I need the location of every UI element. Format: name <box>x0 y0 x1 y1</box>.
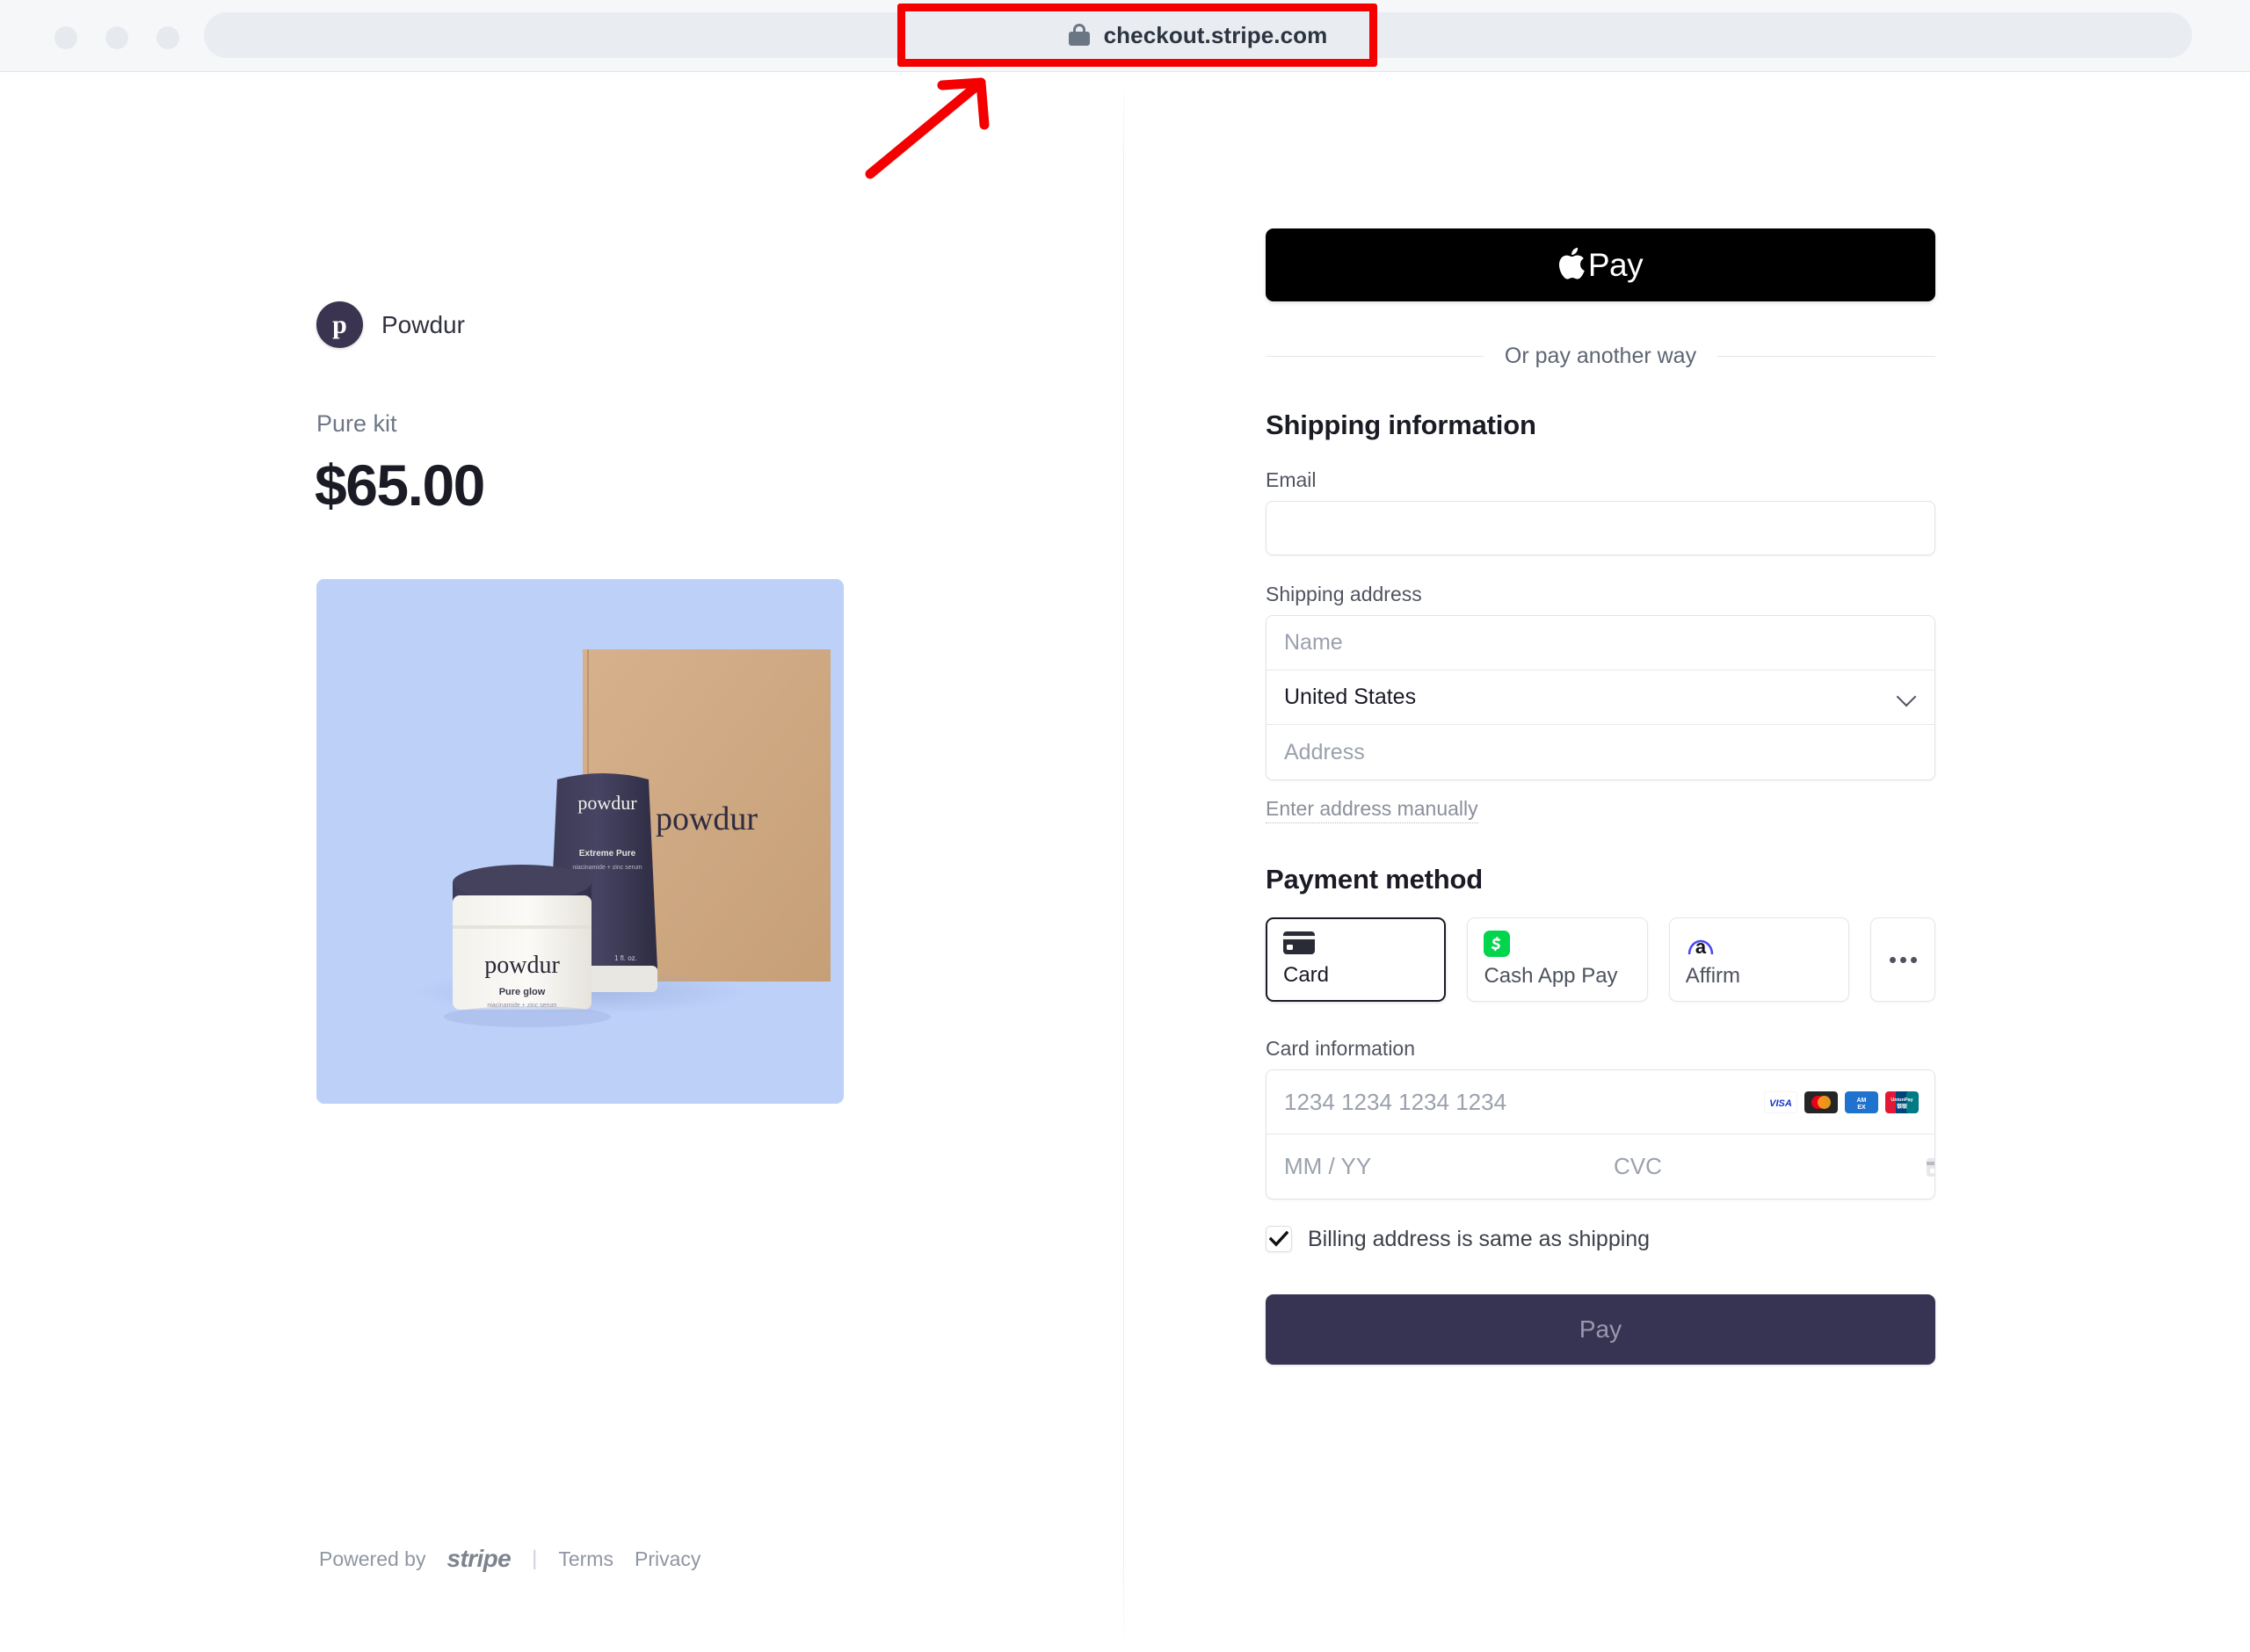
email-field[interactable] <box>1266 501 1935 555</box>
payment-method-tab-card[interactable]: Card <box>1266 917 1447 1002</box>
svg-text:AM: AM <box>1857 1098 1867 1104</box>
payment-panel: Pay Or pay another way Shipping informat… <box>1124 72 2250 1652</box>
payment-method-label-cash-app-pay: Cash App Pay <box>1484 964 1618 988</box>
card-number-row: VISA AMEX UnionPay银联 <box>1267 1070 1934 1134</box>
privacy-link[interactable]: Privacy <box>635 1547 700 1571</box>
billing-address-checkbox-row[interactable]: Billing address is same as shipping <box>1266 1226 1935 1252</box>
or-divider-text: Or pay another way <box>1504 344 1697 368</box>
svg-text:a: a <box>1695 936 1707 957</box>
svg-text:powdur: powdur <box>656 801 758 837</box>
payment-method-label-card: Card <box>1283 963 1330 987</box>
card-expiry-cvc-row: 135 <box>1267 1134 1934 1199</box>
enter-address-manually-link[interactable]: Enter address manually <box>1266 797 1478 823</box>
apple-pay-label: Pay <box>1587 246 1644 283</box>
svg-text:UnionPay: UnionPay <box>1891 1098 1913 1103</box>
svg-text:银联: 银联 <box>1897 1103 1907 1110</box>
product-name: Pure kit <box>316 410 397 437</box>
more-payment-methods-button[interactable] <box>1870 917 1935 1002</box>
chevron-down-icon <box>1898 690 1915 707</box>
name-row <box>1267 616 1934 670</box>
url-text: checkout.stripe.com <box>1103 21 1328 48</box>
shipping-address-group: United States <box>1266 615 1935 780</box>
checkmark-icon <box>1269 1231 1288 1247</box>
payment-method-tab-cash-app-pay[interactable]: Cash App Pay <box>1467 917 1648 1002</box>
payment-method-label-affirm: Affirm <box>1685 964 1741 988</box>
unionpay-icon: UnionPay 银联 <box>1885 1090 1919 1113</box>
maximize-window-button[interactable] <box>156 26 179 49</box>
apple-logo-icon <box>1558 247 1585 283</box>
merchant-avatar: p <box>316 301 363 348</box>
footer: Powered by stripe | Terms Privacy <box>319 1545 700 1573</box>
close-window-button[interactable] <box>54 26 77 49</box>
svg-text:powdur: powdur <box>577 792 637 814</box>
or-divider: Or pay another way <box>1266 344 1936 369</box>
browser-chrome: checkout.stripe.com <box>0 0 2250 72</box>
terms-link[interactable]: Terms <box>558 1547 613 1571</box>
lock-icon <box>1068 24 1090 47</box>
name-field[interactable] <box>1267 616 1934 670</box>
checkout-form: Pay Or pay another way Shipping informat… <box>1266 228 1936 1365</box>
cash-app-icon <box>1484 931 1630 961</box>
card-information-group: VISA AMEX UnionPay银联 <box>1266 1069 1935 1199</box>
product-image: powdur powdur Extreme Pure niacinamide +… <box>316 579 844 1104</box>
svg-text:VISA: VISA <box>1769 1098 1792 1109</box>
merchant-header: p Powdur <box>316 301 465 348</box>
email-label: Email <box>1266 468 1317 491</box>
card-expiry-field[interactable] <box>1267 1134 1596 1199</box>
amex-icon: AM EX <box>1845 1090 1878 1113</box>
ellipsis-icon <box>1889 956 1917 963</box>
svg-text:EX: EX <box>1857 1105 1866 1111</box>
payment-method-tabs: Card Cash App Pay a Affirm <box>1266 917 1935 1002</box>
billing-same-as-shipping-label: Billing address is same as shipping <box>1308 1226 1651 1251</box>
svg-text:1 fl. oz.: 1 fl. oz. <box>614 954 637 962</box>
minimize-window-button[interactable] <box>105 26 128 49</box>
card-brand-icons: VISA AM EX UnionPay 银联 <box>1764 1070 1934 1134</box>
visa-icon: VISA <box>1764 1090 1797 1113</box>
divider-line-left <box>1266 356 1484 357</box>
powered-by-label: Powered by <box>319 1547 426 1570</box>
merchant-name: Powdur <box>381 310 465 338</box>
address-field[interactable] <box>1267 725 1934 779</box>
svg-text:Extreme Pure: Extreme Pure <box>579 849 636 859</box>
card-cvc-field[interactable] <box>1596 1134 1926 1199</box>
card-number-field[interactable] <box>1267 1070 1764 1134</box>
stripe-logo: stripe <box>446 1545 512 1572</box>
payment-method-title: Payment method <box>1266 864 1483 895</box>
shipping-address-label: Shipping address <box>1266 583 1422 605</box>
billing-same-as-shipping-checkbox[interactable] <box>1266 1226 1292 1252</box>
product-price: $65.00 <box>315 453 485 518</box>
checkout-page: p Powdur Pure kit $65.00 powdur powdur E… <box>0 72 2250 1652</box>
apple-pay-button[interactable]: Pay <box>1266 228 1935 301</box>
cvc-card-icon: 135 <box>1926 1134 1934 1199</box>
window-traffic-lights <box>54 26 179 49</box>
pay-button[interactable]: Pay <box>1266 1294 1935 1365</box>
mastercard-icon <box>1804 1090 1838 1113</box>
affirm-icon: a <box>1686 931 1833 961</box>
order-summary-panel: p Powdur Pure kit $65.00 powdur powdur E… <box>0 72 1123 1652</box>
svg-text:powdur: powdur <box>484 952 560 979</box>
shipping-information-title: Shipping information <box>1266 409 1536 440</box>
country-select-value[interactable]: United States <box>1267 670 1934 724</box>
divider-line-right <box>1717 356 1936 357</box>
credit-card-icon <box>1283 931 1428 959</box>
card-information-label: Card information <box>1266 1037 1416 1060</box>
address-row <box>1267 725 1934 779</box>
payment-method-tab-affirm[interactable]: a Affirm <box>1668 917 1850 1002</box>
country-row[interactable]: United States <box>1267 670 1934 725</box>
footer-separator: | <box>532 1547 538 1570</box>
svg-text:Pure glow: Pure glow <box>499 987 546 997</box>
svg-text:niacinamide + zinc serum: niacinamide + zinc serum <box>572 865 642 871</box>
address-bar[interactable]: checkout.stripe.com <box>204 12 2192 58</box>
